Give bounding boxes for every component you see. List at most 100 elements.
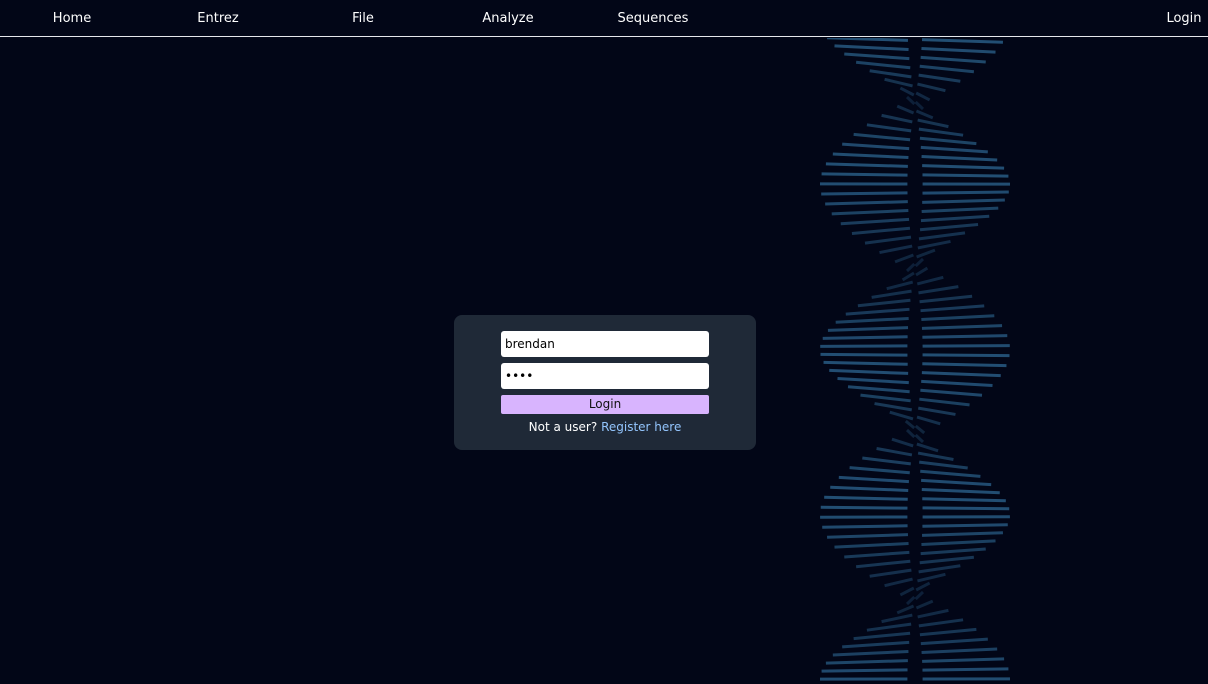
- helix-rung: [917, 82, 946, 93]
- helix-rung: [899, 86, 915, 97]
- helix-rung: [921, 324, 1003, 330]
- helix-rung: [920, 547, 986, 556]
- helix-rung: [915, 266, 929, 277]
- helix-rung: [916, 415, 941, 426]
- helix-rung: [884, 577, 913, 588]
- helix-rung: [901, 271, 915, 282]
- helix-rung: [855, 559, 911, 569]
- helix-rung: [905, 262, 916, 273]
- nav-sequences[interactable]: Sequences: [618, 11, 689, 27]
- helix-rung: [921, 379, 993, 387]
- helix-rung: [866, 622, 912, 632]
- helix-rung: [889, 410, 914, 421]
- helix-rung: [842, 142, 910, 151]
- helix-rung: [914, 424, 926, 435]
- helix-rung: [822, 335, 908, 340]
- helix-rung: [832, 152, 909, 160]
- helix-rung: [919, 223, 979, 232]
- helix-rung: [832, 649, 909, 657]
- helix-rung: [829, 368, 909, 375]
- helix-rung: [834, 541, 909, 549]
- helix-rung: [922, 506, 1010, 511]
- nav-login[interactable]: Login: [1166, 11, 1201, 27]
- helix-rung: [918, 73, 961, 83]
- helix-rung: [920, 388, 983, 397]
- helix-rung: [915, 91, 931, 102]
- helix-rung: [874, 402, 913, 412]
- top-navbar: Home Entrez File Analyze Sequences Login: [0, 0, 1208, 37]
- helix-rung: [920, 304, 985, 313]
- nav-analyze[interactable]: Analyze: [482, 11, 533, 27]
- helix-rung: [847, 385, 910, 394]
- helix-rung: [862, 456, 911, 466]
- helix-rung: [919, 64, 975, 74]
- helix-rung: [820, 352, 908, 357]
- helix-rung: [853, 631, 911, 641]
- helix-rung: [881, 113, 913, 124]
- helix-rung: [822, 524, 908, 529]
- nav-home[interactable]: Home: [53, 11, 91, 27]
- helix-rung: [831, 209, 909, 216]
- helix-rung: [830, 485, 909, 492]
- nav-entrez[interactable]: Entrez: [197, 11, 238, 27]
- helix-rung: [919, 460, 968, 470]
- username-field[interactable]: [501, 331, 709, 357]
- helix-rung: [860, 393, 911, 403]
- helix-rung: [921, 647, 998, 655]
- helix-rung: [871, 289, 912, 299]
- helix-rung: [921, 488, 1000, 495]
- helix-rung: [921, 206, 999, 213]
- helix-rung: [915, 599, 934, 610]
- register-link[interactable]: Register here: [601, 420, 681, 434]
- helix-rung: [914, 433, 925, 444]
- helix-rung: [919, 627, 977, 637]
- helix-rung: [917, 406, 956, 416]
- helix-rung: [825, 659, 908, 665]
- helix-rung: [853, 132, 911, 142]
- helix-rung: [922, 497, 1006, 503]
- helix-rung: [879, 244, 913, 255]
- helix-rung: [922, 667, 1009, 672]
- helix-rung: [922, 198, 1005, 204]
- helix-rung: [899, 586, 915, 597]
- helix-rung: [917, 118, 949, 129]
- register-prompt-text: Not a user?: [528, 420, 598, 434]
- helix-rung: [920, 145, 988, 154]
- helix-rung: [919, 555, 975, 565]
- helix-rung: [896, 104, 915, 115]
- helix-rung: [824, 495, 908, 501]
- helix-rung: [916, 442, 939, 453]
- helix-rung: [922, 523, 1008, 528]
- helix-rung: [855, 60, 911, 70]
- helix-rung: [851, 226, 911, 235]
- helix-rung: [840, 217, 910, 226]
- helix-rung: [857, 298, 911, 308]
- helix-rung: [922, 164, 1005, 170]
- helix-rung: [920, 55, 986, 64]
- helix-rung: [917, 608, 949, 619]
- helix-rung: [914, 257, 925, 268]
- helix-rung: [914, 590, 925, 601]
- login-panel: Login Not a user? Register here: [454, 315, 756, 450]
- helix-rung: [915, 109, 934, 120]
- helix-rung: [891, 437, 914, 448]
- helix-rung: [835, 316, 909, 324]
- helix-rung: [916, 275, 944, 286]
- helix-rung: [918, 618, 964, 628]
- helix-rung: [922, 657, 1005, 663]
- helix-rung: [919, 136, 977, 146]
- nav-file[interactable]: File: [352, 11, 374, 27]
- password-field[interactable]: [501, 363, 709, 389]
- helix-rung: [914, 100, 925, 111]
- login-button[interactable]: Login: [501, 395, 709, 414]
- helix-rung: [905, 95, 916, 106]
- helix-rung: [905, 428, 916, 439]
- helix-rung: [896, 604, 915, 615]
- helix-rung: [864, 235, 912, 245]
- helix-rung: [922, 334, 1008, 339]
- helix-rung: [827, 326, 909, 332]
- helix-rung: [916, 248, 936, 259]
- register-prompt: Not a user? Register here: [454, 419, 756, 435]
- helix-rung: [915, 581, 931, 592]
- helix-rung: [917, 572, 946, 583]
